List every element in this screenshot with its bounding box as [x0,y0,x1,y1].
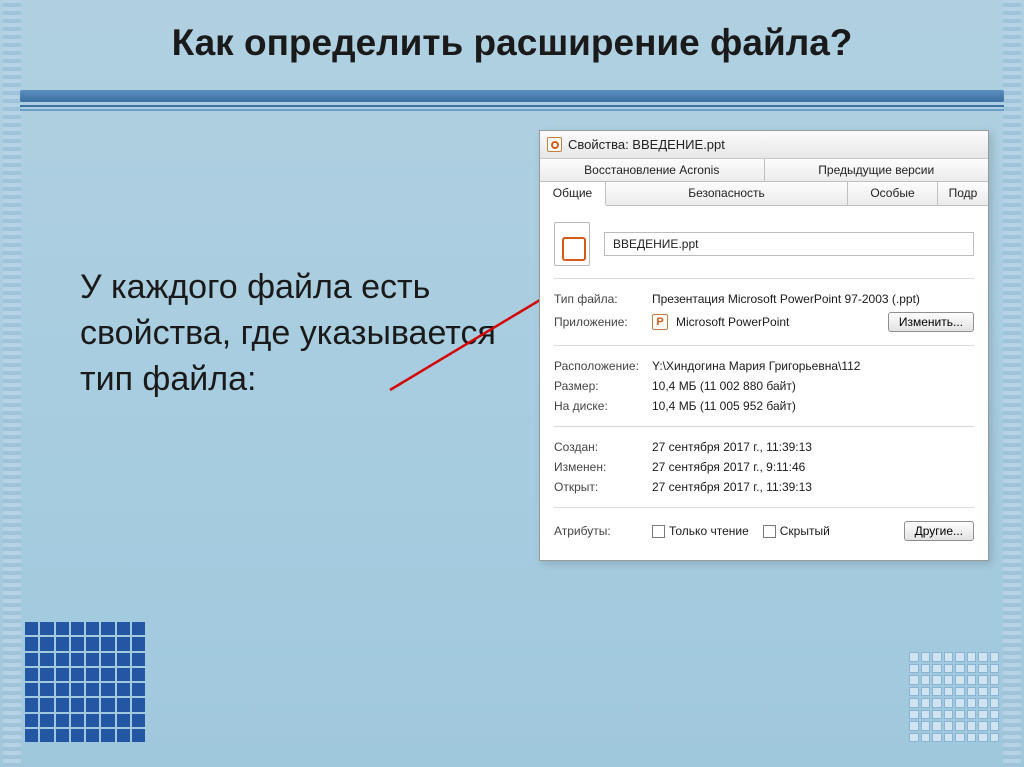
powerpoint-icon [547,137,562,152]
value-location: Y:\Хиндогина Мария Григорьевна\112 [652,359,974,373]
label-modified: Изменен: [554,460,644,474]
powerpoint-app-icon: P [652,314,668,330]
decorative-grid-bottom-left [25,622,145,742]
tab-security[interactable]: Безопасность [606,182,848,205]
label-size: Размер: [554,379,644,393]
readonly-checkbox[interactable]: Только чтение [652,524,749,538]
label-filetype: Тип файла: [554,292,644,306]
tab-row-bottom: Общие Безопасность Особые Подр [540,182,988,206]
properties-dialog: Свойства: ВВЕДЕНИЕ.ppt Восстановление Ac… [539,130,989,561]
checkbox-icon [763,525,776,538]
label-created: Создан: [554,440,644,454]
slide-body-text: У каждого файла есть свойства, где указы… [80,265,520,403]
checkbox-icon [652,525,665,538]
label-opened: Открыт: [554,480,644,494]
title-underline [20,90,1004,111]
tab-special[interactable]: Особые [848,182,938,205]
readonly-label: Только чтение [669,524,749,538]
decorative-grid-bottom-right [909,652,999,742]
tab-previous-versions[interactable]: Предыдущие версии [765,159,989,181]
label-attributes: Атрибуты: [554,524,644,538]
value-size: 10,4 МБ (11 002 880 байт) [652,379,974,393]
label-application: Приложение: [554,315,644,329]
dialog-titlebar[interactable]: Свойства: ВВЕДЕНИЕ.ppt [540,131,988,159]
value-created: 27 сентября 2017 г., 11:39:13 [652,440,974,454]
other-attributes-button[interactable]: Другие... [904,521,974,541]
tab-restore-acronis[interactable]: Восстановление Acronis [540,159,765,181]
hidden-label: Скрытый [780,524,830,538]
label-ondisk: На диске: [554,399,644,413]
decorative-stripe-left [3,0,21,767]
value-application: Microsoft PowerPoint [676,315,789,329]
decorative-stripe-right [1003,0,1021,767]
change-app-button[interactable]: Изменить... [888,312,974,332]
filename-field[interactable]: ВВЕДЕНИЕ.ppt [604,232,974,256]
value-ondisk: 10,4 МБ (11 005 952 байт) [652,399,974,413]
tab-row-top: Восстановление Acronis Предыдущие версии [540,159,988,182]
slide-title: Как определить расширение файла? [60,22,964,64]
label-location: Расположение: [554,359,644,373]
hidden-checkbox[interactable]: Скрытый [763,524,830,538]
tab-general[interactable]: Общие [540,182,606,206]
dialog-body: ВВЕДЕНИЕ.ppt Тип файла: Презентация Micr… [540,206,988,560]
value-modified: 27 сентября 2017 г., 9:11:46 [652,460,974,474]
tab-details[interactable]: Подр [938,182,988,205]
dialog-title-text: Свойства: ВВЕДЕНИЕ.ppt [568,137,725,152]
file-type-icon [554,222,590,266]
value-filetype: Презентация Microsoft PowerPoint 97-2003… [652,292,974,306]
value-opened: 27 сентября 2017 г., 11:39:13 [652,480,974,494]
